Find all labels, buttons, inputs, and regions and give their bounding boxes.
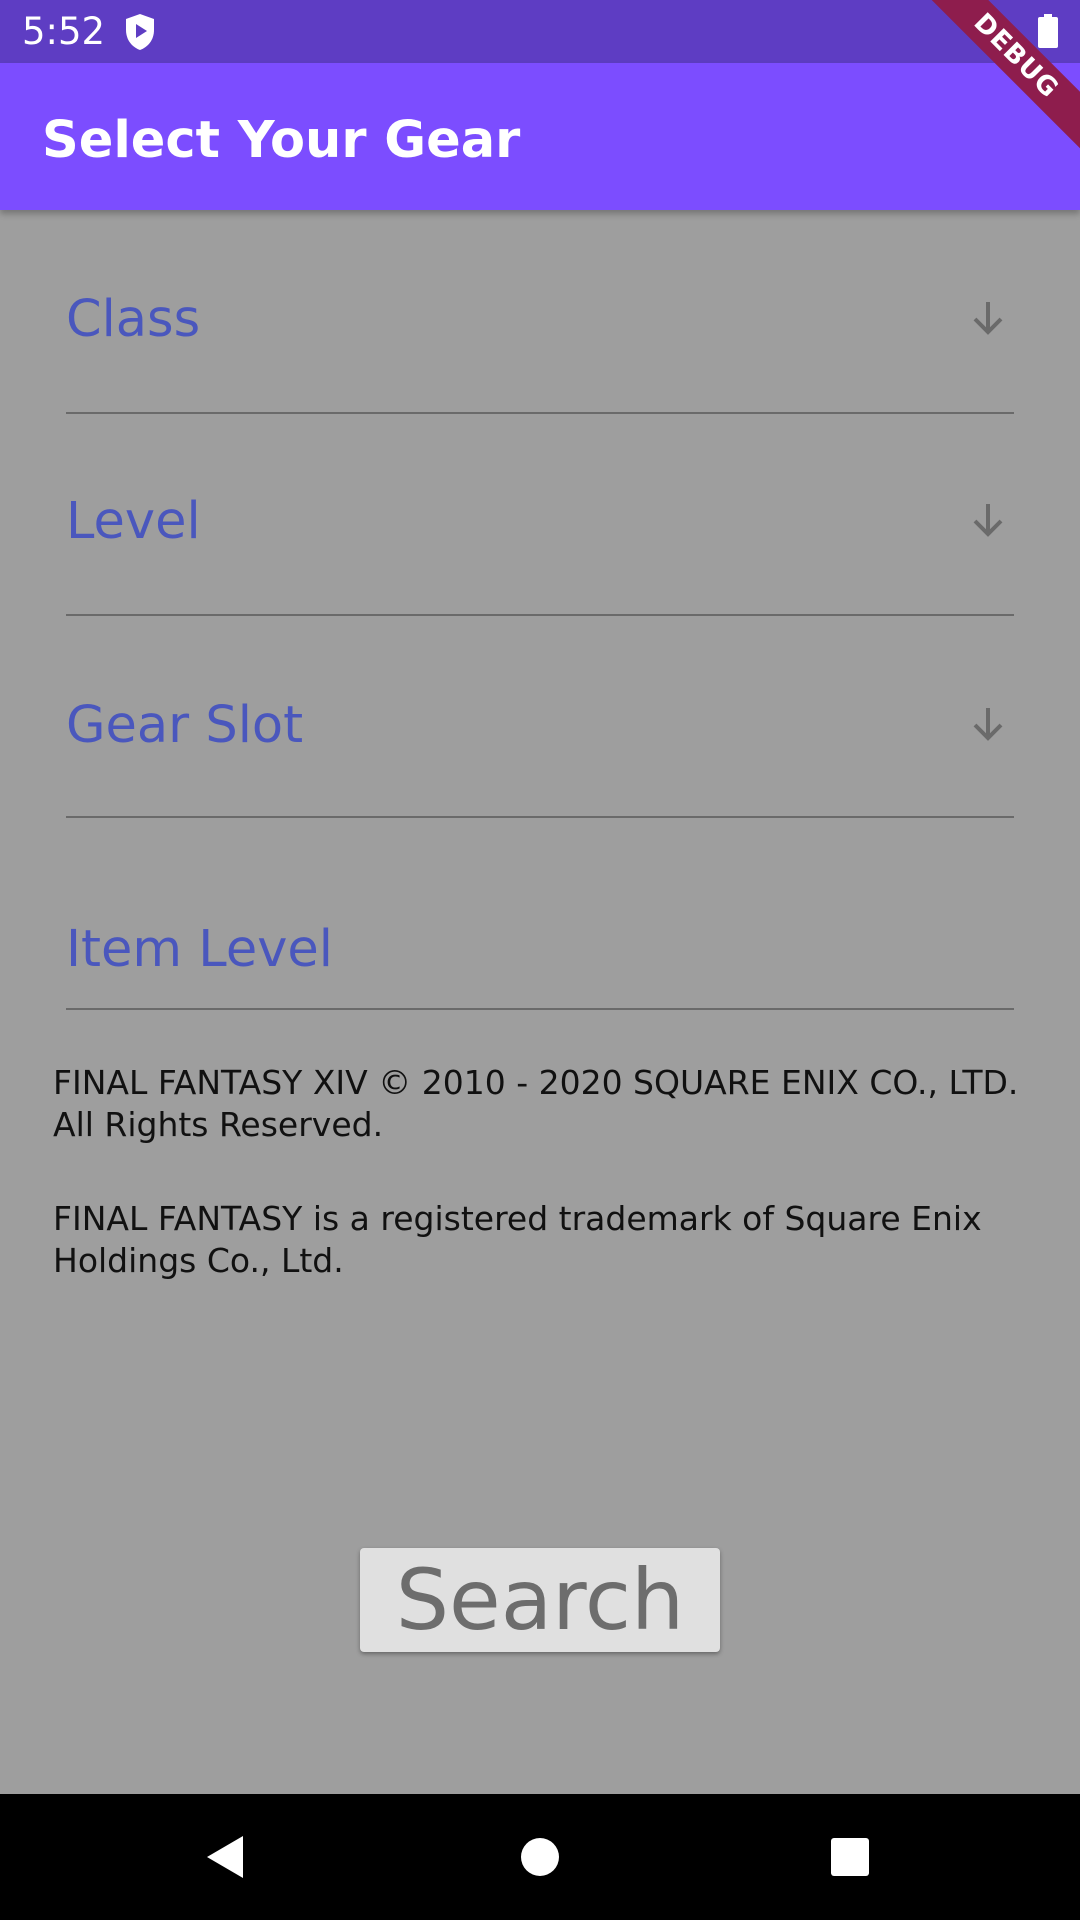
copyright-text: FINAL FANTASY XIV © 2010 - 2020 SQUARE E…	[53, 1063, 1019, 1144]
arrow-down-icon	[973, 708, 1003, 741]
class-label: Class	[66, 290, 201, 349]
app-bar: Select Your Gear	[0, 63, 1080, 210]
level-dropdown[interactable]: Level	[66, 462, 1014, 616]
class-dropdown[interactable]: Class	[66, 260, 1014, 414]
status-time: 5:52	[22, 10, 106, 53]
search-button[interactable]: Search	[360, 1548, 720, 1652]
shield-play-icon	[126, 14, 154, 50]
trademark-text: FINAL FANTASY is a registered trademark …	[53, 1199, 982, 1280]
arrow-down-icon	[973, 504, 1003, 537]
recents-icon[interactable]	[830, 1837, 870, 1877]
nav-bar	[0, 1794, 1080, 1920]
back-icon[interactable]	[205, 1834, 245, 1880]
battery-icon	[1038, 14, 1058, 48]
gear-slot-dropdown[interactable]: Gear Slot	[66, 664, 1014, 818]
level-label: Level	[66, 492, 201, 551]
item-level-input[interactable]: Item Level	[66, 890, 1014, 1010]
home-icon[interactable]	[520, 1837, 560, 1877]
status-bar: 5:52	[0, 0, 1080, 63]
page-title: Select Your Gear	[42, 111, 521, 170]
item-level-label: Item Level	[66, 920, 333, 979]
arrow-down-icon	[973, 302, 1003, 335]
gear-slot-label: Gear Slot	[66, 696, 304, 755]
